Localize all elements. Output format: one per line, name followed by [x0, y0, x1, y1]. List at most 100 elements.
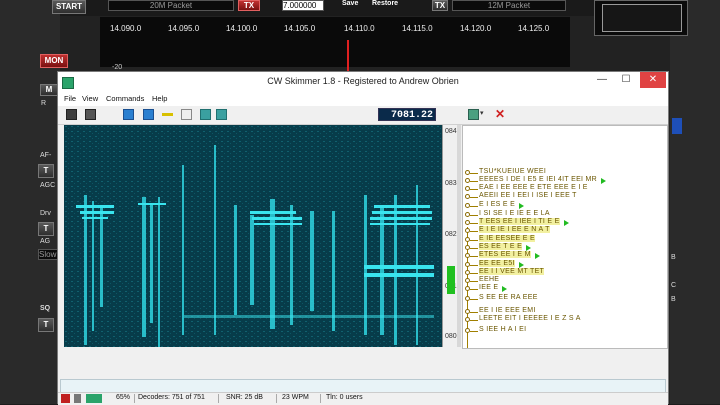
ag-label: AG	[40, 238, 51, 245]
decode-row[interactable]: LEETE EIT I EEEEE I E Z S A	[463, 315, 663, 324]
status-separator	[218, 394, 219, 403]
decode-list-icon[interactable]	[468, 109, 479, 120]
decode-connector	[470, 281, 478, 282]
freq-tick-label: 14.100.0	[226, 24, 258, 33]
lock-icon	[74, 394, 81, 403]
af-label: AF-	[40, 152, 52, 159]
left-m-button[interactable]: M	[40, 84, 58, 96]
cpu-meter-icon	[86, 394, 102, 403]
menu-help[interactable]: Help	[152, 94, 167, 103]
af-button[interactable]: T	[38, 164, 54, 178]
status-bar: 65% Decoders: 751 of 751 SNR: 25 dB 23 W…	[58, 392, 668, 405]
vfo-field[interactable]: 7.000000	[282, 0, 324, 11]
decode-active-arrow-icon	[502, 286, 507, 292]
menu-file[interactable]: File	[64, 94, 76, 103]
menu-view[interactable]: View	[82, 94, 98, 103]
decode-active-arrow-icon	[535, 253, 540, 259]
waterfall-scrollbar[interactable]	[457, 125, 461, 347]
left-r-label: R	[41, 100, 47, 107]
decode-connector	[470, 273, 478, 274]
decode-row[interactable]: S IEE H A I EI	[463, 326, 663, 335]
decode-connector	[470, 215, 478, 216]
scale-label: 083	[445, 180, 457, 187]
radio-icon[interactable]	[66, 109, 77, 120]
save-button[interactable]: Save	[342, 0, 358, 7]
decode-active-arrow-icon	[564, 220, 569, 226]
status-separator	[134, 394, 135, 403]
decode-panel[interactable]: TSU*KUEIUE WEEI EEEES I DE I E5 E IEI 4IT…	[462, 125, 668, 349]
cpu-percent: 65%	[116, 394, 131, 401]
menu-bar: File View Commands Help	[58, 92, 668, 106]
wpm-status: 23 WPM	[282, 394, 309, 401]
decode-text: E IE EESEE E E	[479, 235, 535, 242]
spectrum-view-icon[interactable]	[216, 109, 227, 120]
freq-tick-label: 14.120.0	[460, 24, 492, 33]
restore-button[interactable]: Restore	[372, 0, 398, 7]
marker-icon[interactable]	[162, 113, 173, 116]
decode-text: IEE E	[479, 284, 499, 291]
receive-passband-marker[interactable]	[447, 266, 455, 294]
cw-skimmer-window: CW Skimmer 1.8 - Registered to Andrew Ob…	[57, 71, 669, 405]
right-b-label: B	[671, 254, 676, 261]
left-mode-field[interactable]: 20M Packet	[108, 0, 234, 11]
decode-row[interactable]: AEEII EE I EEI I ISE I EEE T	[463, 192, 663, 201]
status-separator	[276, 394, 277, 403]
record-icon[interactable]	[143, 109, 154, 120]
left-tx-button[interactable]: TX	[238, 0, 260, 11]
decode-connector	[470, 248, 478, 249]
close-button[interactable]: ✕	[640, 72, 666, 88]
right-b2-label: B	[671, 296, 676, 303]
freq-tick-label: 14.095.0	[168, 24, 200, 33]
freq-tick-label: 14.125.0	[518, 24, 550, 33]
right-blue-control[interactable]	[672, 118, 682, 134]
decode-text: S IEE H A I EI	[479, 326, 527, 333]
menu-commands[interactable]: Commands	[106, 94, 144, 103]
sq-button[interactable]: T	[38, 318, 54, 332]
decode-connector	[470, 223, 478, 224]
right-tx-button[interactable]: TX	[432, 0, 448, 11]
signal-meter-display	[602, 4, 682, 32]
decode-row[interactable]: ETES EE I E M	[463, 251, 663, 260]
keyboard-icon[interactable]	[85, 109, 96, 120]
message-area[interactable]	[60, 379, 666, 393]
decode-row[interactable]: S EE EE RA EEE	[463, 294, 663, 303]
frequency-display[interactable]: 7081.22	[378, 108, 436, 121]
waterfall-display[interactable]	[64, 125, 442, 347]
title-bar[interactable]: CW Skimmer 1.8 - Registered to Andrew Ob…	[58, 72, 668, 92]
tuning-marker	[347, 40, 349, 72]
freq-tick-label: 14.090.0	[110, 24, 142, 33]
minimize-button[interactable]: —	[590, 72, 614, 88]
decode-active-arrow-icon	[601, 178, 606, 184]
right-mode-field[interactable]: 12M Packet	[452, 0, 566, 11]
play-icon[interactable]	[123, 109, 134, 120]
decode-connector	[470, 331, 478, 332]
maximize-button[interactable]: ☐	[614, 72, 638, 88]
decode-text: EE EE E5I	[479, 260, 515, 267]
decoders-status: Decoders: 751 of 751	[138, 394, 205, 401]
freq-tick-label: 14.105.0	[284, 24, 316, 33]
decode-connector	[470, 173, 478, 174]
decode-connector	[470, 206, 478, 207]
waterfall-view-icon[interactable]	[200, 109, 211, 120]
decode-connector	[470, 240, 478, 241]
decode-row[interactable]: E I E IE I EE E N A T	[463, 226, 663, 235]
clear-icon[interactable]: ✕	[495, 107, 506, 121]
agc-label: AGC	[40, 182, 56, 189]
decode-connector	[470, 299, 478, 300]
notes-icon[interactable]	[181, 109, 192, 120]
record-status-icon[interactable]	[61, 394, 70, 403]
scale-label: 082	[445, 231, 457, 238]
decode-row[interactable]: IEE E	[463, 284, 663, 293]
decode-connector	[470, 181, 478, 182]
decode-text: AEEII EE I EEI I ISE I EEE T	[479, 192, 577, 199]
decode-text: T EES EE I IEE I TI E E	[479, 218, 560, 225]
chevron-down-icon[interactable]: ▾	[480, 109, 491, 120]
decode-row[interactable]: E I ES E E	[463, 201, 663, 210]
freq-tick-label: 14.110.0	[344, 24, 375, 33]
mon-button[interactable]: MON	[40, 54, 68, 68]
start-button[interactable]: START	[52, 0, 86, 14]
right-c-label: C	[671, 282, 677, 289]
agc-speed-select[interactable]: Slow	[38, 249, 58, 260]
drive-button[interactable]: T	[38, 222, 54, 236]
decode-text: EEHE	[479, 276, 500, 283]
